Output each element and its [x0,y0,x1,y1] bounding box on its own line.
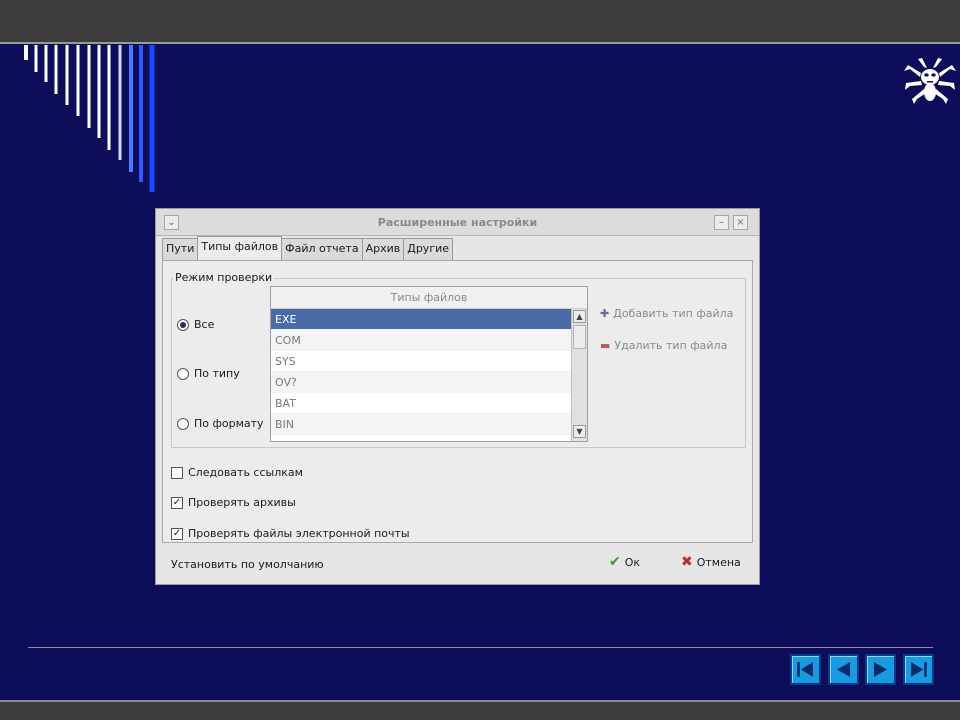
last-slide-icon [911,662,927,677]
checkmark-icon[interactable]: ✓ [171,496,183,509]
footer-divider [28,647,933,648]
radio-all[interactable]: Все [177,318,214,331]
check-email-label: Проверять файлы электронной почты [188,527,410,540]
check-archives-checkbox[interactable]: ✓ Проверять архивы [171,496,296,509]
previous-slide-icon [836,662,851,677]
radio-by-format-label: По формату [194,417,264,430]
radio-by-format[interactable]: По формату [177,417,264,430]
file-types-list-body: EXE COM SYS OV? BAT BIN [271,309,571,441]
remove-file-type-label: Удалить тип файла [614,339,728,352]
previous-slide-button[interactable] [828,654,859,685]
scroll-thumb[interactable] [573,325,586,349]
decorative-lines [24,45,155,192]
minus-icon: ▬ [600,339,611,352]
add-file-type-button[interactable]: ✚ Добавить тип файла [600,307,733,320]
set-default-button[interactable]: Установить по умолчанию [171,558,324,571]
list-item[interactable]: BIN [271,414,571,435]
tab-archive[interactable]: Архив [361,238,405,260]
tab-other[interactable]: Другие [403,238,454,260]
cancel-button[interactable]: ✖ Отмена [681,554,741,570]
list-item[interactable]: OV? [271,372,571,393]
plus-icon: ✚ [600,307,610,320]
drweb-spider-logo-icon [904,58,956,104]
follow-links-label: Следовать ссылкам [188,466,303,479]
radio-by-type-indicator[interactable] [177,367,189,380]
list-item[interactable]: SYS [271,351,571,372]
checkmark-icon[interactable]: ✓ [171,527,183,540]
radio-by-format-indicator[interactable] [177,417,189,430]
radio-all-label: Все [194,318,215,331]
file-types-list[interactable]: Типы файлов EXE COM SYS OV? BAT BIN ▲ ▼ [270,286,588,442]
follow-links-checkbox[interactable]: Следовать ссылкам [171,466,303,479]
ok-label: Ок [624,555,641,569]
list-item[interactable]: EXE [271,309,571,330]
add-file-type-label: Добавить тип файла [613,307,734,320]
minimize-button[interactable]: – [714,215,729,230]
dialog-titlebar[interactable]: Расширенные настройки ⌄ – × [156,209,759,236]
first-slide-icon [797,662,813,677]
list-scrollbar[interactable]: ▲ ▼ [571,309,587,441]
scan-mode-label: Режим проверки [173,271,275,284]
scroll-up-icon[interactable]: ▲ [573,310,586,323]
ok-button[interactable]: ✔ Ок [609,554,640,570]
advanced-settings-dialog: Расширенные настройки ⌄ – × Пути Типы фа… [155,208,760,585]
radio-by-type[interactable]: По типу [177,367,240,380]
last-slide-button[interactable] [903,654,934,685]
bottom-bar [0,700,960,720]
radio-by-type-label: По типу [194,367,240,380]
close-button[interactable]: × [733,215,748,230]
checkmark-icon: ✔ [609,554,621,570]
radio-all-indicator[interactable] [177,318,189,331]
next-slide-icon [873,662,888,677]
list-item[interactable]: BAT [271,393,571,414]
window-menu-button[interactable]: ⌄ [164,215,179,230]
tab-bar: Пути Типы файлов Файл отчета Архив Други… [162,236,454,260]
follow-links-box[interactable] [171,466,183,479]
cross-icon: ✖ [681,554,693,570]
tab-report-file[interactable]: Файл отчета [281,238,363,260]
list-item[interactable]: COM [271,330,571,351]
first-slide-button[interactable] [790,654,821,685]
check-email-checkbox[interactable]: ✓ Проверять файлы электронной почты [171,527,410,540]
cancel-label: Отмена [696,555,741,569]
file-types-header[interactable]: Типы файлов [271,287,587,309]
scroll-down-icon[interactable]: ▼ [573,425,586,438]
file-types-panel: Режим проверки Все По типу По формату Ти… [162,260,753,543]
tab-file-types[interactable]: Типы файлов [197,236,283,260]
check-archives-label: Проверять архивы [188,496,296,509]
remove-file-type-button[interactable]: ▬ Удалить тип файла [600,339,727,352]
tab-paths[interactable]: Пути [162,238,199,260]
dialog-title: Расширенные настройки [377,216,538,229]
next-slide-button[interactable] [865,654,896,685]
